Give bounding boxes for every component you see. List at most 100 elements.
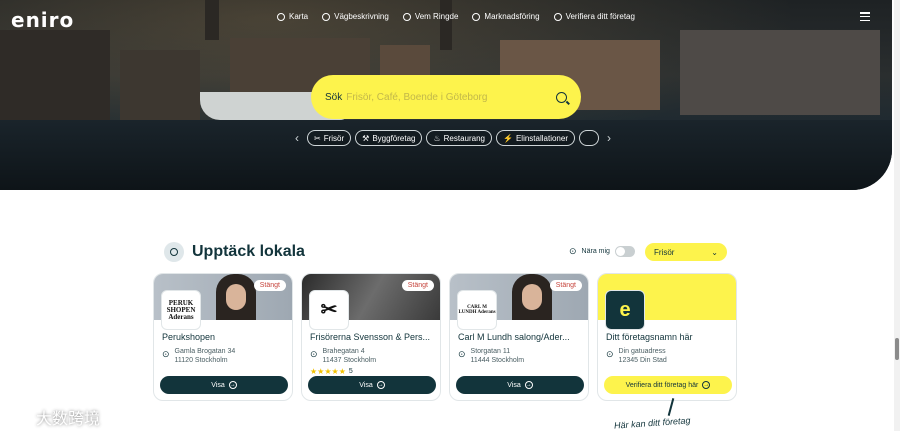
haircut-icon: ✂: [314, 133, 321, 143]
business-name[interactable]: Carl M Lundh salong/Ader...: [458, 332, 586, 342]
scissors-icon: ✂: [309, 290, 349, 330]
chip-elinstallationer[interactable]: ⚡ Elinstallationer: [496, 130, 575, 146]
chip-more[interactable]: [579, 130, 599, 146]
phone-icon: [402, 12, 411, 21]
business-logo: CARL M LUNDH Aderans: [457, 290, 497, 330]
business-logo: PERUK SHOPEN Aderans: [161, 290, 201, 330]
scrollbar[interactable]: [894, 0, 900, 431]
check-circle-icon: [553, 12, 562, 21]
nav-label: Verifiera ditt företag: [565, 12, 635, 21]
business-address: ⊙ Gamla Brogatan 34 11120 Stockholm: [162, 347, 235, 365]
scrollbar-thumb[interactable]: [895, 338, 899, 360]
business-card[interactable]: Stängt ✂ Frisörerna Svensson & Pers... ⊙…: [301, 273, 441, 401]
arrow-right-icon: →: [524, 381, 533, 389]
hamburger-menu-icon[interactable]: [860, 12, 870, 21]
rating-value: 5: [348, 368, 353, 375]
view-button[interactable]: Visa →: [160, 376, 288, 394]
plug-icon: ⚡: [503, 133, 513, 143]
search-input[interactable]: [346, 91, 556, 103]
sparkle-icon: [472, 12, 481, 21]
view-button[interactable]: Visa →: [308, 376, 436, 394]
route-icon: [322, 12, 331, 21]
page: eniro Karta Vägbeskrivning Vem Ringde Ma…: [0, 0, 900, 431]
tools-icon: ⚒: [362, 133, 370, 143]
top-nav: Karta Vägbeskrivning Vem Ringde Marknads…: [277, 12, 635, 21]
category-chips: ‹ ✂ Frisör ⚒ Byggföretag ♨ Restaurang ⚡ Elin…: [291, 130, 615, 146]
arrow-right-icon: →: [376, 381, 385, 389]
status-badge: Stängt: [253, 280, 286, 291]
handwritten-note: Här kan ditt företag: [613, 415, 691, 431]
rating: ★★★★★ 5: [310, 367, 353, 376]
button-label: Visa: [507, 381, 521, 389]
search-label: Sök: [325, 91, 343, 103]
button-label: Visa: [211, 381, 225, 389]
map-icon: [277, 12, 285, 21]
nav-label: Vägbeskrivning: [334, 12, 389, 21]
address-city: 11437 Stockholm: [322, 357, 377, 364]
nav-vagbeskrivning[interactable]: Vägbeskrivning: [322, 12, 389, 21]
chip-byggforetag[interactable]: ⚒ Byggföretag: [355, 130, 423, 146]
hero-banner: eniro Karta Vägbeskrivning Vem Ringde Ma…: [0, 0, 892, 190]
button-label: Visa: [359, 381, 373, 389]
button-label: Verifiera ditt företag här: [625, 381, 699, 389]
category-select[interactable]: Frisör ⌄: [645, 243, 727, 261]
location-pin-icon: ⊙: [606, 349, 614, 359]
location-icon: ⊙: [569, 246, 577, 256]
watermark-icon: [8, 409, 30, 425]
address-city: 11120 Stockholm: [174, 357, 228, 364]
address-city: 12345 Din Stad: [618, 357, 667, 364]
arrow-right-icon: →: [228, 381, 237, 389]
nav-marknadsforing[interactable]: Marknadsföring: [472, 12, 540, 21]
nav-verifiera[interactable]: Verifiera ditt företag: [553, 12, 635, 21]
search-icon[interactable]: [556, 91, 567, 103]
view-button[interactable]: Visa →: [456, 376, 584, 394]
chevron-right-icon[interactable]: ›: [603, 131, 615, 145]
status-badge: Stängt: [549, 280, 582, 291]
watermark-text: 大数跨境: [36, 411, 101, 428]
search-bar: Sök: [311, 75, 581, 119]
business-address: ⊙ Din gatuadress 12345 Din Stad: [606, 347, 667, 365]
promo-card[interactable]: e Ditt företagsnamn här ⊙ Din gatuadress…: [597, 273, 737, 401]
nav-label: Vem Ringde: [414, 12, 459, 21]
chevron-down-icon: ⌄: [711, 247, 718, 257]
star-rating-icon: ★★★★★: [310, 367, 346, 376]
chip-label: Frisör: [323, 133, 345, 143]
section-header: Upptäck lokala: [164, 242, 305, 262]
section-title: Upptäck lokala: [192, 243, 305, 260]
nav-label: Karta: [289, 12, 309, 21]
location-pin-icon: ⊙: [310, 349, 318, 359]
address-street: Din gatuadress: [618, 348, 666, 355]
address-city: 11444 Stockholm: [470, 357, 525, 364]
near-me-toggle[interactable]: [614, 246, 635, 257]
chip-label: Restaurang: [443, 133, 485, 143]
chip-restaurang[interactable]: ♨ Restaurang: [426, 130, 492, 146]
chip-label: Elinstallationer: [515, 133, 568, 143]
address-street: Gamla Brogatan 34: [174, 348, 236, 355]
verify-button[interactable]: Verifiera ditt företag här →: [604, 376, 732, 394]
near-me: ⊙ Nära mig: [569, 246, 635, 257]
business-card[interactable]: Stängt PERUK SHOPEN Aderans Perukshopen …: [153, 273, 293, 401]
business-address: ⊙ Brahegatan 4 11437 Stockholm: [310, 347, 376, 365]
watermark: 大数跨境: [8, 405, 100, 429]
address-street: Brahegatan 4: [322, 348, 365, 355]
eniro-logo-icon: e: [605, 290, 645, 330]
location-pin-icon: ⊙: [162, 349, 170, 359]
category-select-value: Frisör: [654, 247, 675, 257]
status-badge: Stängt: [401, 280, 434, 291]
business-card[interactable]: Stängt CARL M LUNDH Aderans Carl M Lundh…: [449, 273, 589, 401]
arrow-right-icon: →: [702, 381, 711, 389]
business-address: ⊙ Storgatan 11 11444 Stockholm: [458, 347, 524, 365]
eniro-logo[interactable]: eniro: [11, 8, 74, 32]
chevron-left-icon[interactable]: ‹: [291, 131, 303, 145]
business-name[interactable]: Perukshopen: [162, 332, 290, 342]
nav-vem-ringde[interactable]: Vem Ringde: [402, 12, 459, 21]
business-name[interactable]: Frisörerna Svensson & Pers...: [310, 332, 438, 342]
nav-label: Marknadsföring: [484, 12, 540, 21]
chip-label: Byggföretag: [372, 133, 416, 143]
chip-frisor[interactable]: ✂ Frisör: [307, 130, 352, 146]
location-pin-icon: [164, 242, 184, 262]
nav-karta[interactable]: Karta: [277, 12, 308, 21]
business-cards: Stängt PERUK SHOPEN Aderans Perukshopen …: [153, 273, 737, 401]
address-street: Storgatan 11: [470, 348, 511, 355]
near-me-label: Nära mig: [581, 248, 610, 255]
